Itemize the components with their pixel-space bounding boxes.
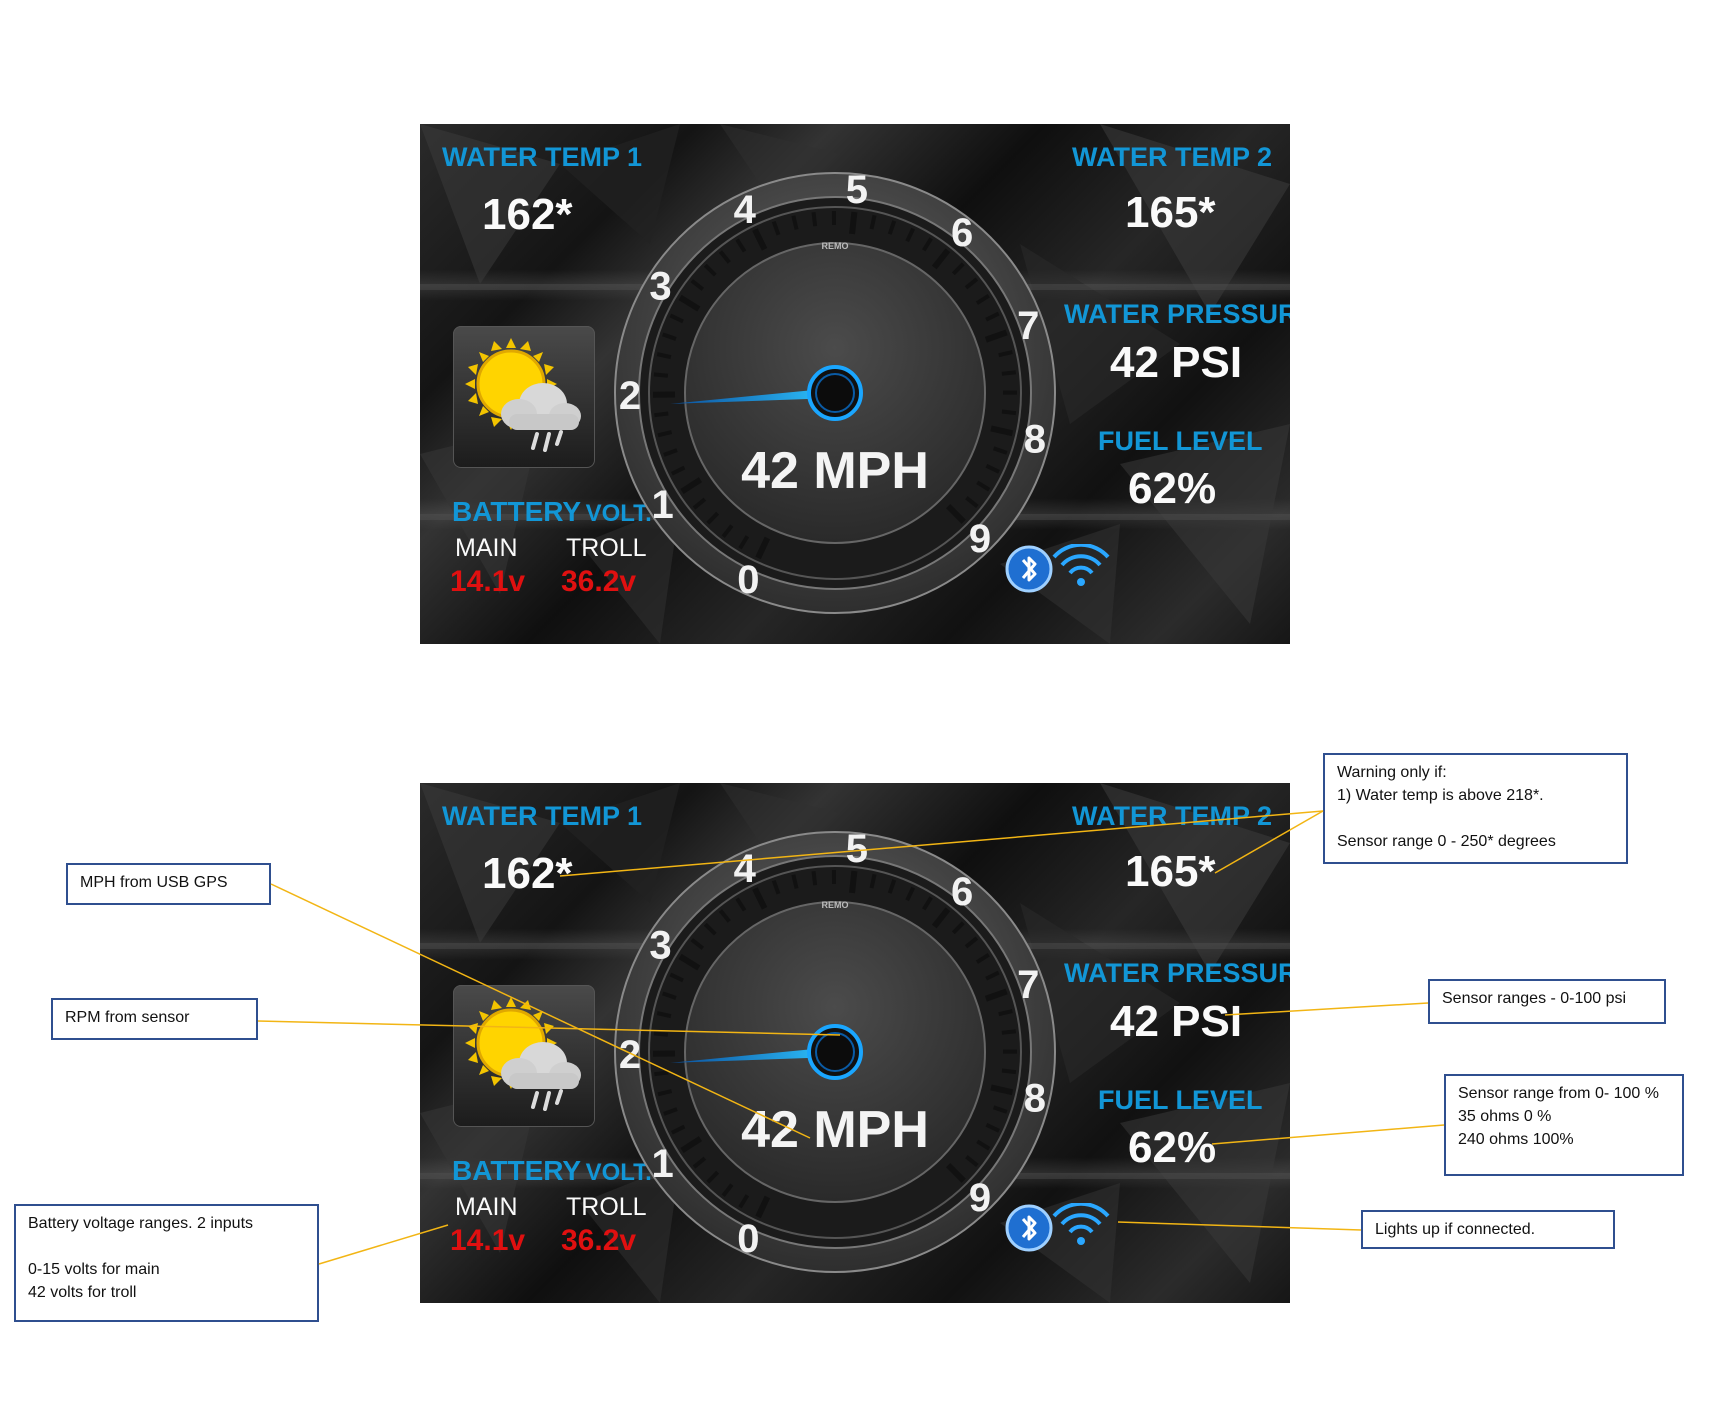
annotation-leader-lines — [257, 810, 1445, 1265]
